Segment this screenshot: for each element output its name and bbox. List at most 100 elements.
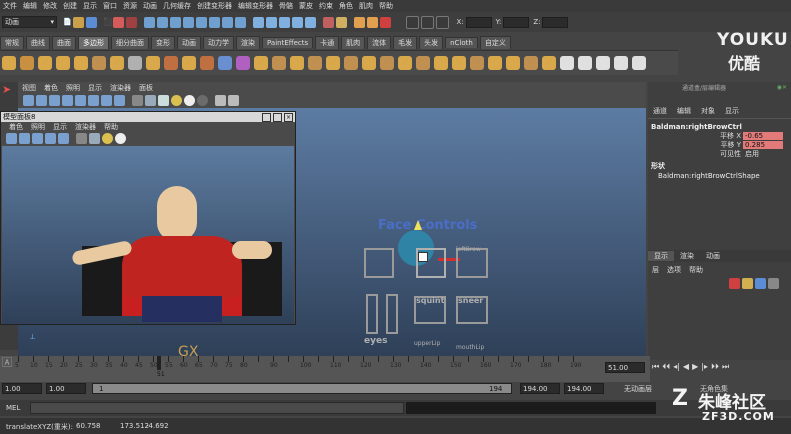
shelf-tool-icon[interactable] [110, 56, 124, 70]
select-by-object-icon[interactable] [113, 16, 125, 28]
step-forward-key-icon[interactable]: |▸ [701, 362, 708, 372]
new-layer-icon[interactable] [729, 278, 740, 289]
mel-input[interactable] [30, 402, 404, 414]
select-by-component-icon[interactable] [126, 16, 138, 28]
shelf-tab[interactable]: 变形 [151, 36, 175, 49]
shelf-tool-icon[interactable] [20, 56, 34, 70]
menu-item[interactable]: 骨骼 [276, 1, 296, 11]
layer-tab[interactable]: 渲染 [674, 251, 700, 261]
film-gate-icon[interactable] [58, 133, 69, 144]
shelf-tool-icon[interactable] [542, 56, 556, 70]
panel-viewport[interactable] [2, 146, 294, 324]
menu-item[interactable]: 文件 [0, 1, 20, 11]
wireframe-icon[interactable] [76, 133, 87, 144]
shelf-tool-icon[interactable] [38, 56, 52, 70]
shelf-tool-icon[interactable] [416, 56, 430, 70]
animation-start-field[interactable]: 1.00 [2, 383, 42, 394]
shelf-tool-icon[interactable] [470, 56, 484, 70]
menu-item[interactable]: 编辑变形器 [235, 1, 276, 11]
shelf-tab[interactable]: 多边形 [78, 36, 109, 49]
shelf-tool-icon[interactable] [56, 56, 70, 70]
panel-menu-item[interactable]: 照明 [62, 83, 84, 93]
channel-box-toggle-icon[interactable] [436, 15, 450, 29]
panel-menu-item[interactable]: 面板 [135, 83, 157, 93]
shelf-tool-icon[interactable] [236, 56, 250, 70]
grid-icon[interactable] [62, 95, 73, 106]
shelf-tool-icon[interactable] [272, 56, 286, 70]
playback-start-field[interactable]: 1.00 [46, 383, 86, 394]
undo-icon[interactable]: 🄰 [0, 356, 14, 372]
layer-empty-icon[interactable] [755, 278, 766, 289]
shelf-tool-icon[interactable] [578, 56, 592, 70]
safe-title-icon[interactable] [114, 95, 125, 106]
channel-box-menu-item[interactable]: 通道 [648, 106, 672, 116]
shelf-tool-icon[interactable] [362, 56, 376, 70]
panel-options-icon[interactable]: ◉✕ [777, 84, 787, 91]
menu-item[interactable]: 资源 [120, 1, 140, 11]
shelf-tool-icon[interactable] [452, 56, 466, 70]
shelf-tab[interactable]: 肌肉 [341, 36, 366, 49]
time-slider[interactable]: 51 🄰 5 10 15 20 25 30 35 40 45 50 55 60 65 70 75 80 90 10… [0, 356, 650, 382]
sidebar-toggle-icon[interactable] [406, 15, 420, 29]
step-back-icon[interactable]: ⏴⏴ [662, 362, 670, 372]
model-panel-window[interactable]: 模型面板8 × 着色 照明 显示 渲染器 帮助 [0, 111, 296, 325]
panel-menu-item[interactable]: 视图 [18, 83, 40, 93]
wireframe-icon[interactable] [132, 95, 143, 106]
shelf-tool-icon[interactable] [632, 56, 646, 70]
menu-item[interactable]: 帮助 [376, 1, 396, 11]
isolate-select-icon[interactable] [215, 95, 226, 106]
menu-item[interactable]: 创建变形器 [194, 1, 235, 11]
layer-menu-item[interactable]: 帮助 [685, 265, 707, 275]
shelf-tool-icon[interactable] [92, 56, 106, 70]
smooth-shade-icon[interactable] [145, 95, 156, 106]
menu-item[interactable]: 修改 [40, 1, 60, 11]
shelf-tab[interactable]: 动力学 [203, 36, 234, 49]
step-back-key-icon[interactable]: ◂| [673, 362, 680, 372]
layer-tab[interactable]: 显示 [648, 251, 674, 261]
menu-item[interactable]: 编辑 [20, 1, 40, 11]
panel-menu-item[interactable]: 渲染器 [106, 83, 135, 93]
resolution-gate-icon[interactable] [88, 95, 99, 106]
shelf-tool-icon[interactable] [218, 56, 232, 70]
shadows-icon[interactable] [197, 95, 208, 106]
panel-window-menu-item[interactable]: 照明 [27, 122, 49, 132]
shelf-tool-icon[interactable] [560, 56, 574, 70]
move-handle-y[interactable] [414, 220, 422, 230]
image-plane-icon[interactable] [49, 95, 60, 106]
shelf-tab[interactable]: 常规 [0, 36, 24, 49]
make-live-icon[interactable] [305, 16, 317, 28]
menu-item[interactable]: 蒙皮 [296, 1, 316, 11]
shelf-tool-icon[interactable] [74, 56, 88, 70]
play-back-icon[interactable]: ◀ [683, 362, 689, 372]
channel-box-menu-item[interactable]: 显示 [720, 106, 744, 116]
default-light-icon[interactable] [171, 95, 182, 106]
film-gate-icon[interactable] [75, 95, 86, 106]
shelf-tool-icon[interactable] [290, 56, 304, 70]
go-to-start-icon[interactable]: ⏮ [652, 362, 659, 372]
snap-point-icon[interactable] [279, 16, 291, 28]
panel-window-menu-item[interactable]: 显示 [49, 122, 71, 132]
right-brow-control-box[interactable] [416, 248, 446, 278]
shelf-tab[interactable]: 渲染 [236, 36, 260, 49]
render-frame-icon[interactable] [354, 16, 366, 28]
close-icon[interactable]: × [284, 112, 293, 122]
shelf-tool-icon[interactable] [506, 56, 520, 70]
menu-item[interactable]: 创建 [60, 1, 80, 11]
shelf-tool-icon[interactable] [164, 56, 178, 70]
shelf-tab[interactable]: 自定义 [479, 36, 511, 49]
shelf-tool-icon[interactable] [380, 56, 394, 70]
channel-box-menu-item[interactable]: 编辑 [672, 106, 696, 116]
shelf-tab[interactable]: PaintEffects [262, 37, 314, 48]
current-frame-field[interactable]: 51.00 [605, 362, 647, 373]
shelf-tab[interactable]: 动画 [177, 36, 201, 49]
layer-menu-item[interactable]: 层 [648, 265, 663, 275]
layer-tab[interactable]: 动画 [700, 251, 726, 261]
new-scene-icon[interactable]: 📄 [63, 18, 72, 26]
menu-item[interactable]: 约束 [316, 1, 336, 11]
y-field[interactable] [503, 16, 530, 28]
shelf-tool-icon[interactable] [614, 56, 628, 70]
menu-item[interactable]: 角色 [336, 1, 356, 11]
panel-window-menu-item[interactable]: 着色 [5, 122, 27, 132]
anim-layer-select[interactable]: 无动画层 [624, 384, 652, 394]
shelf-tool-icon[interactable] [308, 56, 322, 70]
